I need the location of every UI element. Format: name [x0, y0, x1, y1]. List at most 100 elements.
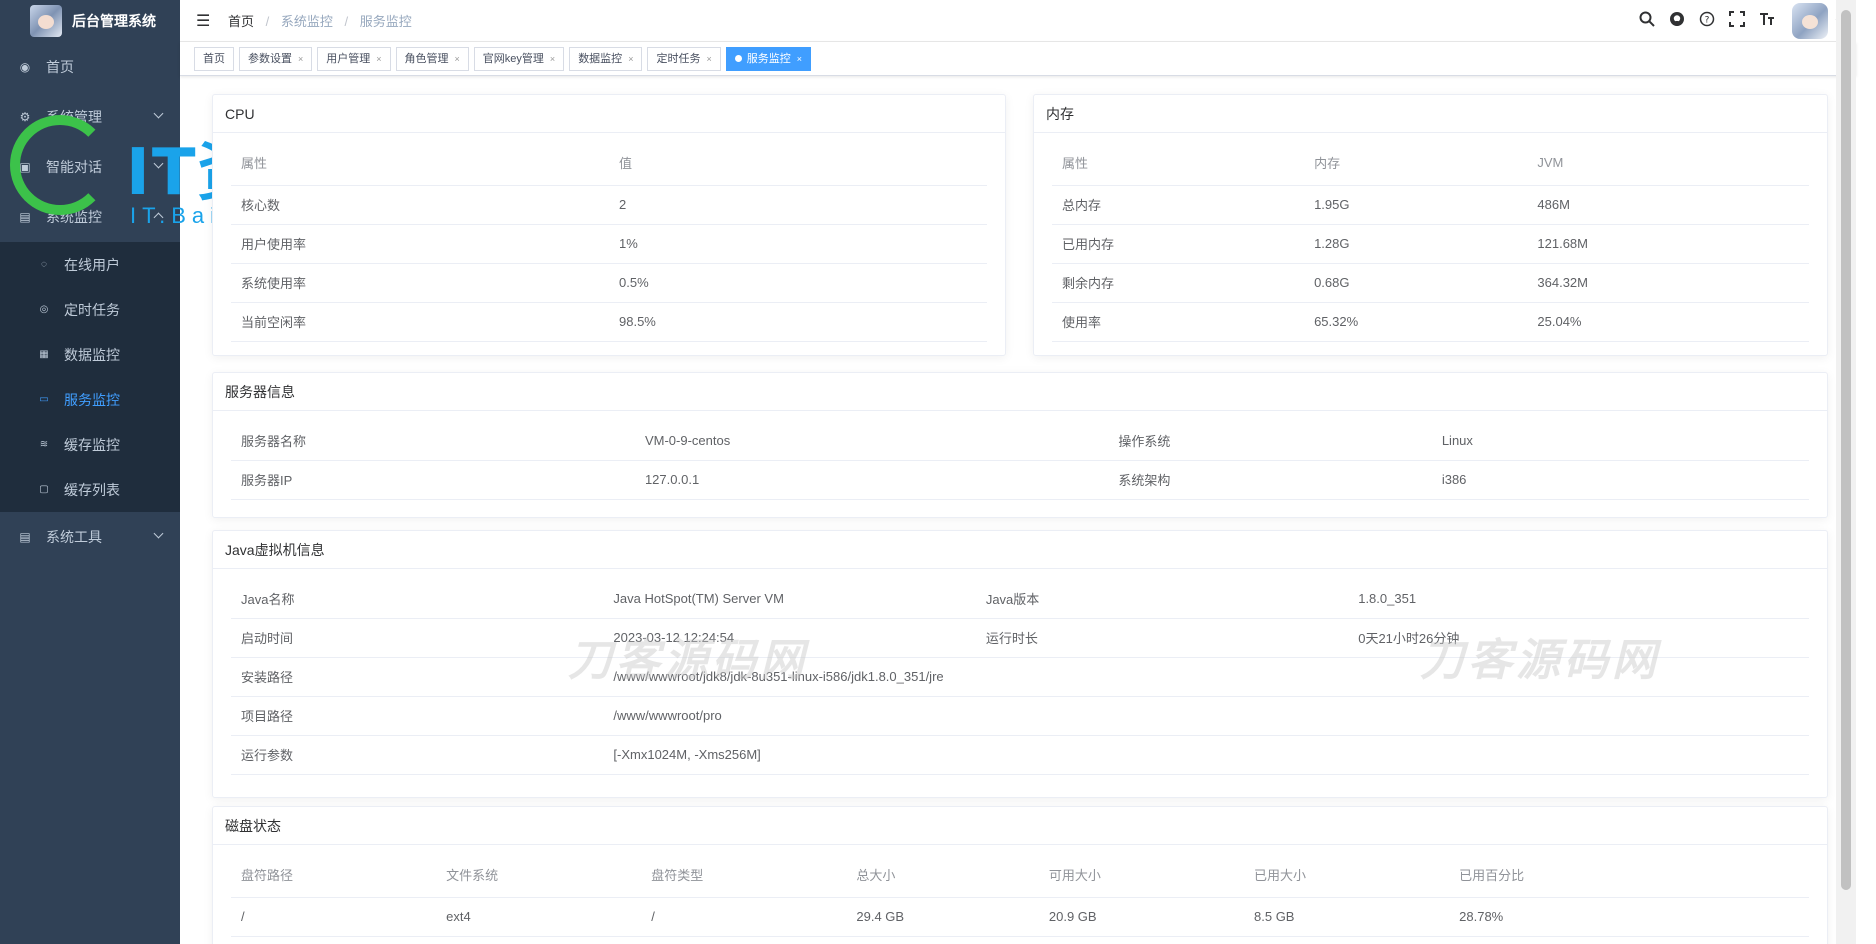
table-cell: 20.9 GB [1038, 897, 1245, 937]
sidebar-item-label: 服务监控 [64, 391, 120, 408]
sidebar-item-label: 首页 [46, 59, 74, 75]
table-header: 盘符路径 [231, 853, 437, 898]
sidebar-item-label: 缓存监控 [64, 436, 120, 453]
table-cell: 486M [1527, 185, 1809, 225]
sidebar-item-job[interactable]: ◎ 定时任务 [0, 287, 180, 332]
table-cell: 28.78% [1449, 897, 1809, 937]
sidebar-item-monitor[interactable]: ▤ 系统监控 [0, 192, 180, 242]
card-title: 内存 [1034, 95, 1827, 133]
table-cell: i386 [1431, 460, 1809, 500]
sidebar-item-cache[interactable]: ≋ 缓存监控 [0, 422, 180, 467]
tag-label: 用户管理 [326, 52, 371, 65]
table-cell: 系统使用率 [231, 263, 609, 303]
close-icon[interactable]: × [706, 48, 711, 70]
chat-icon: ▣ [19, 160, 31, 174]
table-cell: 1.95G [1304, 185, 1528, 225]
tag-label: 角色管理 [404, 52, 449, 65]
jvm-card: Java虚拟机信息 Java名称 Java HotSpot(TM) Server… [212, 530, 1828, 798]
fullscreen-icon[interactable] [1722, 11, 1752, 31]
font-size-icon[interactable] [1752, 11, 1782, 31]
card-title: 磁盘状态 [213, 807, 1827, 845]
chevron-up-icon [153, 212, 164, 223]
sidebar-item-online[interactable]: ◌ 在线用户 [0, 242, 180, 287]
breadcrumb-item[interactable]: 首页 [228, 14, 254, 29]
table-cell: Java版本 [975, 579, 1349, 619]
search-icon[interactable] [1632, 11, 1662, 31]
breadcrumb-separator: / [344, 14, 349, 29]
table-row: Java名称 Java HotSpot(TM) Server VM Java版本… [231, 579, 1809, 619]
table-cell: Java HotSpot(TM) Server VM [603, 579, 976, 619]
table-cell: 2 [609, 185, 987, 225]
table-cell: [-Xmx1024M, -Xms256M] [603, 735, 1809, 775]
sidebar-item-label: 系统工具 [46, 529, 102, 545]
sidebar-item-system[interactable]: ⚙ 系统管理 [0, 92, 180, 142]
close-icon[interactable]: × [298, 48, 303, 70]
table-cell: 已用内存 [1052, 224, 1305, 264]
sidebar-item-tools[interactable]: ▤ 系统工具 [0, 512, 180, 562]
server-card: 服务器信息 服务器名称 VM-0-9-centos 操作系统 Linux 服务器… [212, 372, 1828, 518]
sidebar-item-label: 定时任务 [64, 301, 120, 318]
table-cell: 0天21小时26分钟 [1348, 618, 1809, 658]
table-cell: 25.04% [1527, 302, 1809, 342]
table-header: 属性 [1052, 141, 1305, 186]
table-cell: VM-0-9-centos [634, 421, 1109, 461]
table-cell: /www/wwwroot/pro [603, 696, 1809, 736]
table-cell: 用户使用率 [231, 224, 609, 264]
close-icon[interactable]: × [550, 48, 555, 70]
table-cell: 操作系统 [1108, 421, 1432, 461]
tag-label: 参数设置 [248, 52, 292, 65]
content-area: CPU 属性 值 核心数 2 用户使用率 1% 系统使用率 0.5% 当前空闲率 98.… [180, 76, 1856, 944]
gear-icon: ⚙ [19, 110, 31, 124]
breadcrumb: 首页 / 系统监控 / 服务监控 [228, 11, 412, 30]
monitor-submenu: ◌ 在线用户 ◎ 定时任务 ▦ 数据监控 ▭ 服务监控 ≋ 缓存监控 ▢ 缓存列… [0, 242, 180, 512]
close-icon[interactable]: × [455, 48, 460, 70]
tag-druid[interactable]: 数据监控 × [569, 46, 643, 71]
page-scrollbar[interactable] [1836, 0, 1856, 944]
table-cell: 项目路径 [231, 696, 604, 736]
sidebar-item-label: 智能对话 [46, 159, 102, 175]
close-icon[interactable]: × [376, 48, 381, 70]
tag-home[interactable]: 首页 [194, 46, 234, 71]
hamburger-icon[interactable]: ☰ [196, 11, 218, 31]
tag-job[interactable]: 定时任务 × [647, 46, 721, 71]
tag-user[interactable]: 用户管理 × [317, 46, 391, 71]
sidebar-item-chat[interactable]: ▣ 智能对话 [0, 142, 180, 192]
card-title: Java虚拟机信息 [213, 531, 1827, 569]
sidebar-item-server[interactable]: ▭ 服务监控 [0, 377, 180, 422]
table-row: 启动时间 2023-03-12 12:24:54 运行时长 0天21小时26分钟 [231, 618, 1809, 658]
tag-role[interactable]: 角色管理 × [395, 46, 469, 71]
druid-icon: ▦ [39, 349, 49, 360]
chevron-down-icon [153, 528, 164, 539]
dashboard-icon: ◉ [19, 60, 31, 74]
tag-config[interactable]: 参数设置 × [239, 46, 313, 71]
table-row: 服务器IP 127.0.0.1 系统架构 i386 [231, 460, 1809, 500]
disk-card: 磁盘状态 盘符路径 文件系统 盘符类型 总大小 可用大小 已用大小 已用百分比 [212, 806, 1828, 944]
tag-apikey[interactable]: 官网key管理 × [473, 46, 565, 71]
scrollbar-thumb[interactable] [1841, 10, 1851, 890]
table-cell: 总内存 [1052, 185, 1305, 225]
close-icon[interactable]: × [797, 48, 802, 70]
table-cell: 运行时长 [975, 618, 1349, 658]
table-row: / ext4 / 29.4 GB 20.9 GB 8.5 GB 28.78% [231, 897, 1809, 937]
table-cell: 364.32M [1527, 263, 1809, 303]
github-icon[interactable] [1662, 11, 1692, 31]
avatar[interactable] [1792, 3, 1829, 39]
table-row: 用户使用率 1% [231, 224, 987, 264]
table-row: 总内存 1.95G 486M [1052, 185, 1809, 225]
sidebar-item-home[interactable]: ◉ 首页 [0, 42, 180, 92]
table-cell: 核心数 [231, 185, 609, 225]
tag-server[interactable]: 服务监控 × [725, 46, 811, 71]
sidebar-logo[interactable]: 后台管理系统 [0, 0, 180, 42]
sidebar-item-druid[interactable]: ▦ 数据监控 [0, 332, 180, 377]
table-cell: 121.68M [1527, 224, 1809, 264]
table-cell: 服务器名称 [231, 421, 635, 461]
table-cell: 启动时间 [231, 618, 604, 658]
sidebar-item-label: 在线用户 [64, 256, 120, 273]
table-header: 值 [609, 141, 987, 186]
question-icon[interactable]: ? [1692, 11, 1722, 31]
sidebar-item-cache-list[interactable]: ▢ 缓存列表 [0, 467, 180, 512]
table-header-row: 属性 值 [231, 141, 987, 186]
app-title: 后台管理系统 [72, 13, 156, 29]
table-header: 内存 [1304, 141, 1528, 186]
close-icon[interactable]: × [628, 48, 633, 70]
